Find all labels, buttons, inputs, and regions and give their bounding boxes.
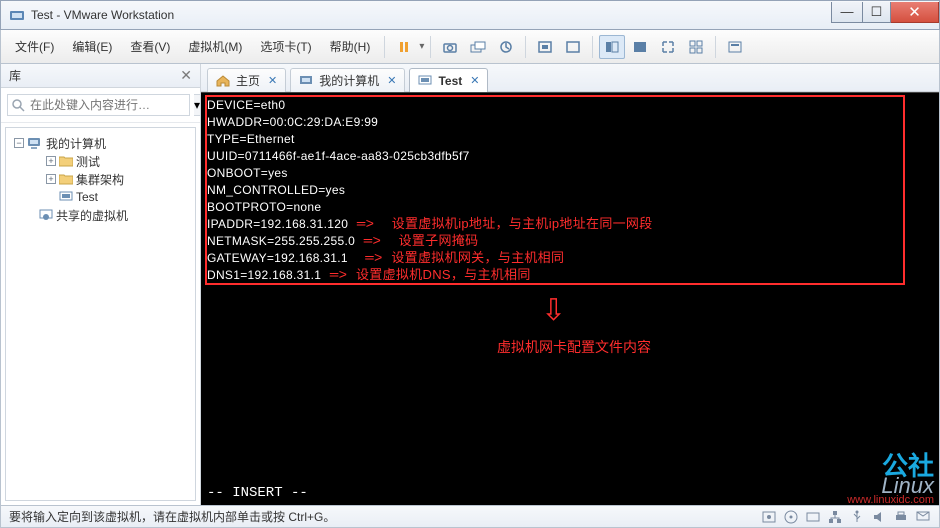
annotation-summary: 虚拟机网卡配置文件内容 (497, 337, 651, 357)
annotation-arrow-icon: ⇩ (541, 293, 566, 328)
sidebar-title-bar: 库 ✕ (1, 64, 200, 88)
thumbnail-view-button[interactable] (599, 35, 625, 59)
menu-vm[interactable]: 虚拟机(M) (180, 34, 250, 59)
folder-icon (59, 173, 73, 185)
pause-button[interactable] (391, 35, 417, 59)
tabstrip: 主页 ✕ 我的计算机 ✕ Test ✕ (201, 64, 939, 92)
expander-icon[interactable]: + (46, 174, 56, 184)
tab-home[interactable]: 主页 ✕ (207, 68, 286, 92)
single-view-button[interactable] (627, 35, 653, 59)
tree-row-root[interactable]: − 我的计算机 (10, 134, 191, 152)
tab-mycomputer[interactable]: 我的计算机 ✕ (290, 68, 405, 92)
expander-icon[interactable]: + (46, 156, 56, 166)
menu-tabs[interactable]: 选项卡(T) (252, 34, 319, 59)
printer-icon[interactable] (893, 509, 909, 525)
menu-file[interactable]: 文件(F) (7, 34, 62, 59)
snapshot-manager-button[interactable] (465, 35, 491, 59)
tree-row-shared[interactable]: 共享的虚拟机 (10, 206, 191, 224)
tab-close-icon[interactable]: ✕ (268, 74, 277, 87)
main-area: 主页 ✕ 我的计算机 ✕ Test ✕ DEVICE=eth0 HWADDR=0… (201, 64, 939, 505)
menu-edit[interactable]: 编辑(E) (64, 34, 120, 59)
snapshot-button[interactable] (437, 35, 463, 59)
sidebar-title: 库 (9, 67, 21, 84)
vim-mode-line: -- INSERT -- (207, 485, 308, 501)
tree-label: 共享的虚拟机 (56, 207, 128, 224)
message-icon[interactable] (915, 509, 931, 525)
guest-size-button[interactable] (532, 35, 558, 59)
home-icon (216, 75, 230, 87)
tree-label: 我的计算机 (46, 135, 106, 152)
tab-label: 我的计算机 (319, 72, 379, 89)
window-titlebar: Test - VMware Workstation — ☐ ✕ (0, 0, 940, 30)
tab-label: Test (438, 74, 462, 88)
unity-button[interactable] (683, 35, 709, 59)
fullscreen-button[interactable] (655, 35, 681, 59)
terminal-content: DEVICE=eth0 HWADDR=00:0C:29:DA:E9:99 TYP… (201, 93, 939, 288)
menu-help[interactable]: 帮助(H) (322, 34, 379, 59)
sidebar-tree: − 我的计算机 + 测试 + 集群架构 Test (5, 127, 196, 501)
shared-vm-icon (39, 209, 53, 221)
window-title: Test - VMware Workstation (31, 8, 174, 22)
minimize-button[interactable]: — (831, 2, 863, 23)
library-button[interactable] (722, 35, 748, 59)
statusbar: 要将输入定向到该虚拟机，请在虚拟机内部单击或按 Ctrl+G。 (0, 506, 940, 528)
folder-icon (59, 155, 73, 167)
sound-icon[interactable] (871, 509, 887, 525)
show-console-button[interactable] (560, 35, 586, 59)
disk-icon[interactable] (761, 509, 777, 525)
computer-icon (299, 75, 313, 87)
tree-label: Test (76, 190, 98, 204)
menubar: 文件(F) 编辑(E) 查看(V) 虚拟机(M) 选项卡(T) 帮助(H) ▾ (0, 30, 940, 64)
vm-icon (59, 191, 73, 203)
expander-icon[interactable]: − (14, 138, 24, 148)
cd-icon[interactable] (783, 509, 799, 525)
usb-icon[interactable] (849, 509, 865, 525)
terminal-view[interactable]: DEVICE=eth0 HWADDR=00:0C:29:DA:E9:99 TYP… (201, 92, 939, 505)
vm-icon (418, 75, 432, 87)
search-input[interactable] (7, 94, 190, 116)
tab-label: 主页 (236, 72, 260, 89)
network-icon[interactable] (827, 509, 843, 525)
search-icon (11, 98, 25, 112)
library-sidebar: 库 ✕ ▾ − 我的计算机 + 测试 + 集群架构 (1, 64, 201, 505)
revert-button[interactable] (493, 35, 519, 59)
computer-icon (27, 136, 43, 150)
maximize-button[interactable]: ☐ (863, 2, 891, 23)
card-icon[interactable] (805, 509, 821, 525)
sidebar-close-icon[interactable]: ✕ (180, 67, 192, 84)
tree-row-item[interactable]: + 测试 (10, 152, 191, 170)
tree-row-item[interactable]: + 集群架构 (10, 170, 191, 188)
tree-label: 集群架构 (76, 171, 124, 188)
search-dropdown[interactable]: ▾ (194, 94, 201, 116)
vmware-icon (9, 7, 25, 23)
tree-label: 测试 (76, 153, 100, 170)
sidebar-search: ▾ (1, 88, 200, 123)
tree-row-item[interactable]: Test (10, 188, 191, 206)
tab-close-icon[interactable]: ✕ (387, 74, 396, 87)
tab-test[interactable]: Test ✕ (409, 68, 488, 92)
menu-view[interactable]: 查看(V) (122, 34, 178, 59)
status-text: 要将输入定向到该虚拟机，请在虚拟机内部单击或按 Ctrl+G。 (9, 508, 335, 525)
tab-close-icon[interactable]: ✕ (470, 74, 479, 87)
close-button[interactable]: ✕ (891, 2, 939, 23)
